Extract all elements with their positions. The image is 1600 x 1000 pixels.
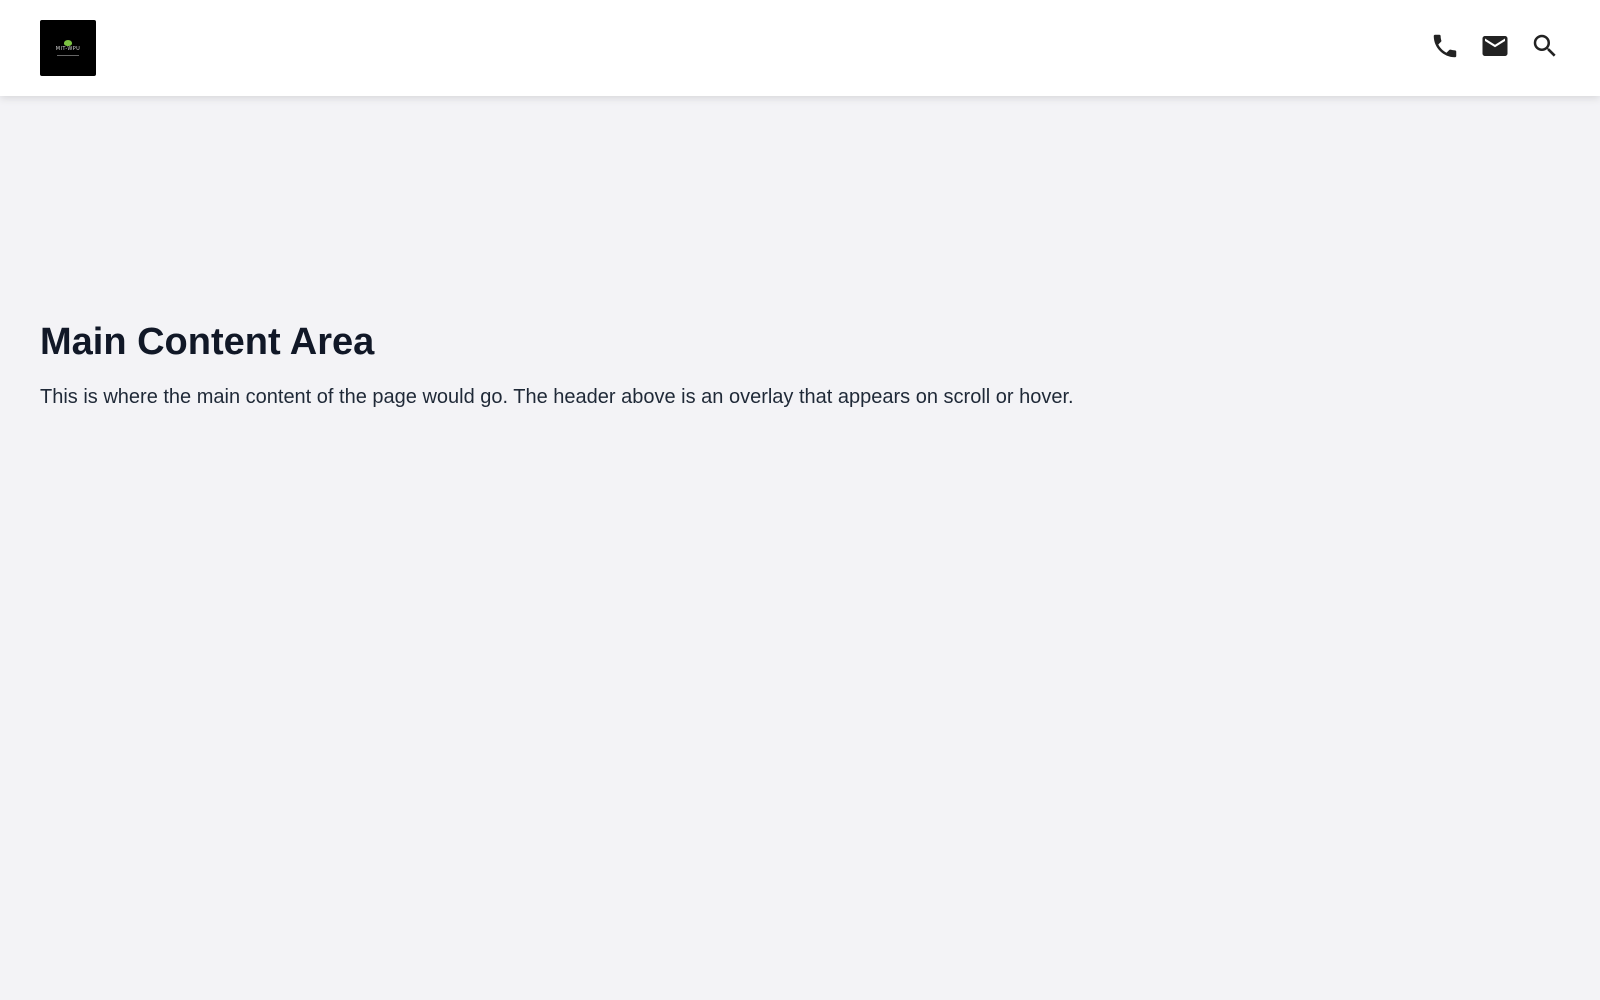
page-title: Main Content Area <box>40 321 375 363</box>
logo-link[interactable]: MIT-WPU <box>40 20 96 76</box>
phone-icon <box>1433 34 1457 58</box>
site-header: MIT-WPU <box>0 0 1600 96</box>
search-button[interactable] <box>1528 29 1562 63</box>
search-icon <box>1533 34 1556 57</box>
mail-button[interactable] <box>1478 29 1512 63</box>
main-content: Main Content Area This is where the main… <box>40 318 1560 412</box>
logo-underline <box>57 55 79 56</box>
phone-button[interactable] <box>1428 29 1462 63</box>
page-description: This is where the main content of the pa… <box>40 386 1074 408</box>
logo-text: MIT-WPU <box>55 46 81 52</box>
mail-icon <box>1482 36 1508 56</box>
